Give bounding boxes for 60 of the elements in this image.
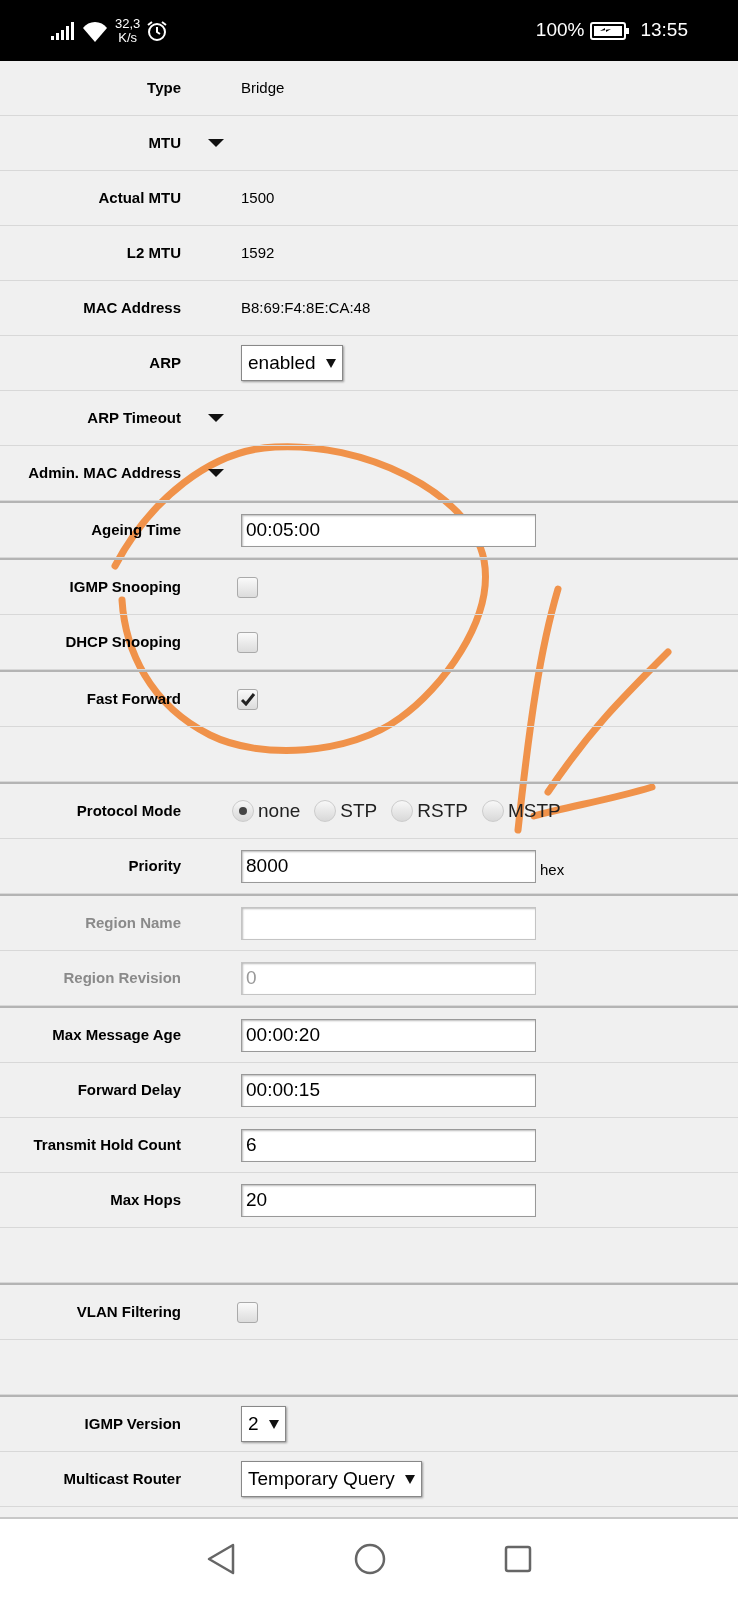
field-label: ARP — [148, 352, 181, 373]
field-label: MTU — [147, 132, 181, 153]
field-label: Region Revision — [62, 967, 181, 988]
clock-time: 13:55 — [640, 18, 688, 43]
field-label: Type — [146, 77, 181, 98]
field-value: Bridge — [241, 77, 285, 98]
field-label: IGMP Snooping — [68, 576, 181, 597]
battery-charging-icon — [590, 20, 631, 41]
network-speed: 32,3 — [115, 16, 141, 31]
field-label: Forward Delay — [76, 1079, 181, 1100]
dropdown-arrow-icon — [325, 358, 336, 368]
expand-triangle-icon[interactable] — [208, 414, 224, 422]
input-field[interactable]: 6 — [241, 1128, 536, 1162]
field-label: ARP Timeout — [86, 407, 181, 428]
battery-percent: 100% — [535, 18, 585, 43]
dropdown-arrow-icon — [404, 1474, 415, 1484]
home-icon[interactable] — [354, 1543, 386, 1575]
checkbox[interactable] — [237, 576, 258, 598]
field-label: VLAN Filtering — [75, 1301, 181, 1322]
field-label: Actual MTU — [97, 187, 181, 208]
field-value: 1500 — [241, 187, 275, 208]
expand-triangle-icon[interactable] — [208, 139, 224, 147]
field-value: B8:69:F4:8E:CA:48 — [241, 297, 371, 318]
input-field[interactable]: 00:05:00 — [241, 513, 536, 547]
field-label: Priority — [127, 855, 181, 876]
input-field[interactable]: 20 — [241, 1183, 536, 1217]
field-label: Max Hops — [109, 1189, 181, 1210]
alarm-icon — [146, 19, 169, 42]
back-icon[interactable] — [206, 1543, 236, 1575]
field-label: Max Message Age — [51, 1024, 181, 1045]
wifi-icon — [81, 19, 109, 42]
field-label: Transmit Hold Count — [32, 1134, 181, 1155]
input-field[interactable]: 00:00:15 — [241, 1073, 536, 1107]
field-value: 1592 — [241, 242, 275, 263]
recents-icon[interactable] — [504, 1545, 532, 1573]
checkbox[interactable] — [237, 631, 258, 653]
field-label: MAC Address — [82, 297, 181, 318]
field-label: Region Name — [84, 912, 181, 933]
radio-option[interactable]: MSTP — [481, 796, 561, 826]
input-field[interactable]: 8000 — [241, 849, 536, 883]
unit-label: hex — [540, 859, 565, 880]
checkmark-icon — [239, 692, 256, 706]
dropdown[interactable]: 2 — [241, 1406, 286, 1442]
expand-triangle-icon[interactable] — [208, 469, 224, 477]
field-label: Admin. MAC Address — [27, 462, 181, 483]
dropdown[interactable]: enabled — [241, 345, 343, 381]
radio-option[interactable]: STP — [314, 796, 378, 826]
input-field[interactable]: 00:00:20 — [241, 1018, 536, 1052]
dropdown[interactable]: Temporary Query — [241, 1461, 422, 1497]
field-label: Multicast Router — [62, 1468, 181, 1489]
checkbox[interactable] — [237, 688, 258, 710]
radio-option[interactable]: none — [232, 796, 301, 826]
dropdown-arrow-icon — [268, 1419, 279, 1429]
field-label: Protocol Mode — [75, 800, 181, 821]
checkbox[interactable] — [237, 1301, 258, 1323]
field-label: IGMP Version — [83, 1413, 181, 1434]
field-label: L2 MTU — [125, 242, 181, 263]
radio-option[interactable]: RSTP — [391, 796, 468, 826]
speed-unit: K/s — [118, 30, 138, 45]
signal-icon — [50, 19, 75, 42]
